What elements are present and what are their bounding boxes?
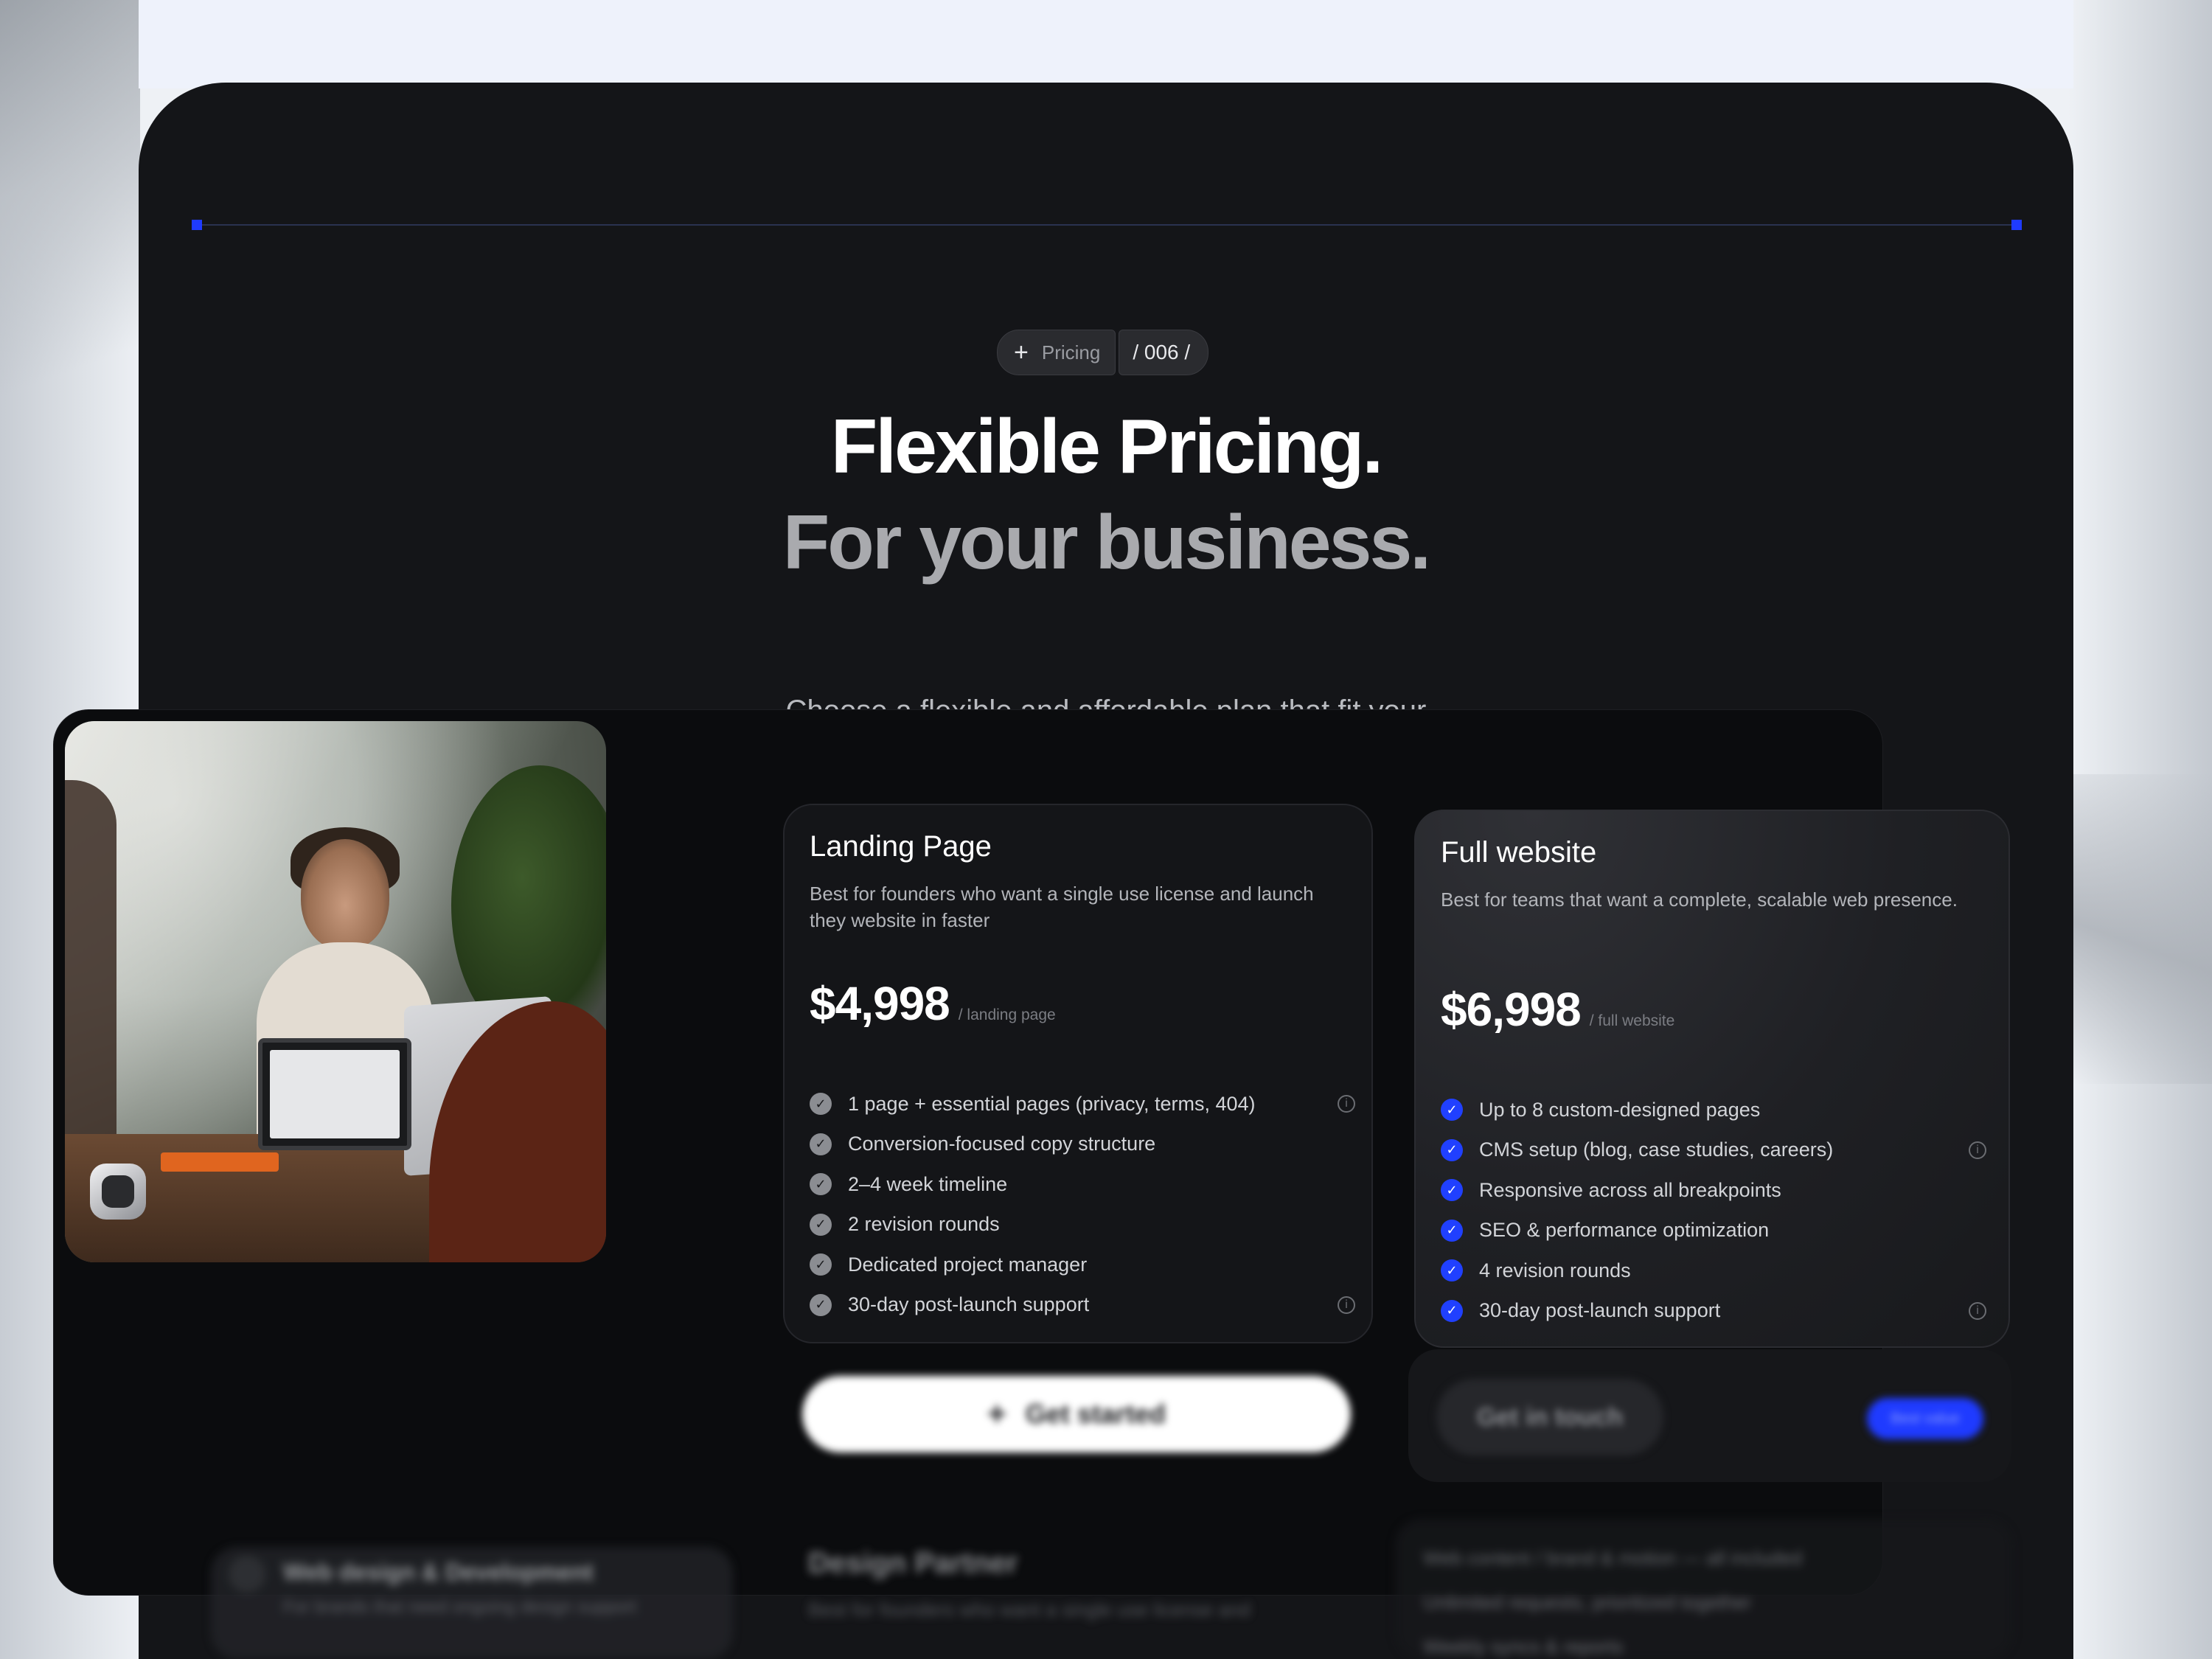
feature-item: ✓ 30-day post-launch support i xyxy=(1441,1291,1986,1332)
feature-text: Up to 8 custom-designed pages xyxy=(1479,1098,1761,1121)
feature-text: Unlimited requests, prioritized together xyxy=(1423,1591,1752,1613)
check-icon: ✓ xyxy=(1441,1259,1463,1282)
feature-item: ✓ Up to 8 custom-designed pages xyxy=(1441,1090,1986,1130)
plus-icon: + xyxy=(1014,338,1029,366)
check-icon: ✓ xyxy=(810,1213,832,1236)
section-tag: + Pricing / 006 / xyxy=(997,330,1209,375)
rule-handle-right[interactable] xyxy=(2011,220,2022,230)
plan-icon xyxy=(229,1556,265,1593)
plan-price-row: $6,998 / full website xyxy=(1441,982,1674,1037)
top-strip xyxy=(139,0,2073,88)
feature-text: Responsive across all breakpoints xyxy=(1479,1178,1781,1201)
plan-price: $6,998 xyxy=(1441,983,1582,1036)
rule-handle-left[interactable] xyxy=(192,220,202,230)
plan-description: Best for teams that want a complete, sca… xyxy=(1441,888,1958,911)
check-icon: ✓ xyxy=(1441,1138,1463,1161)
feature-text: Conversion-focused copy structure xyxy=(848,1133,1156,1155)
best-value-badge: Best value xyxy=(1867,1398,1983,1439)
plan-title: Web design & Development xyxy=(283,1559,594,1585)
background-shadow xyxy=(2072,774,2212,1084)
check-icon: ✓ xyxy=(810,1253,832,1276)
feature-item: ✓ SEO & performance optimization xyxy=(1441,1211,1986,1251)
feature-item: ✓ Dedicated project manager xyxy=(810,1245,1355,1285)
check-icon: ✓ xyxy=(810,1133,832,1155)
feature-item: ✓ CMS setup (blog, case studies, careers… xyxy=(1441,1130,1986,1171)
check-icon: ✓ xyxy=(810,1293,832,1316)
team-photo: ● xyxy=(65,721,606,1262)
plan-price-unit: / landing page xyxy=(958,1006,1056,1023)
info-icon[interactable]: i xyxy=(1969,1301,1986,1320)
feature-text: 30-day post-launch support xyxy=(848,1293,1090,1316)
plan-description: For brands that need ongoing design supp… xyxy=(283,1597,637,1617)
feature-text: SEO & performance optimization xyxy=(1479,1219,1770,1242)
section-tag-label: + Pricing xyxy=(997,330,1116,375)
plan-card-landing-page: Landing Page Best for founders who want … xyxy=(783,804,1373,1343)
check-icon: ✓ xyxy=(810,1093,832,1116)
feature-text: 4 revision rounds xyxy=(1479,1259,1631,1281)
feature-text: 2 revision rounds xyxy=(848,1213,1000,1236)
page-title: Flexible Pricing. xyxy=(830,404,1384,490)
plan-description: Best for founders who want a single use … xyxy=(810,883,1314,931)
plan-description: Best for founders who want a single use … xyxy=(808,1599,1251,1621)
plan-title: Landing Page xyxy=(810,830,992,863)
feature-text: 1 page + essential pages (privacy, terms… xyxy=(848,1092,1256,1115)
info-icon[interactable]: i xyxy=(1338,1295,1355,1314)
section-tag-text: Pricing xyxy=(1041,341,1101,364)
plus-icon: + xyxy=(987,1396,1006,1432)
get-started-label: Get started xyxy=(1025,1399,1166,1429)
page-subtitle-heading: For your business. xyxy=(782,500,1431,585)
background-shadow xyxy=(0,0,140,516)
feature-text: Web content / brand & motion — all inclu… xyxy=(1423,1547,1803,1569)
plan-title: Full website xyxy=(1441,836,1597,869)
get-in-touch-label: Get in touch xyxy=(1476,1402,1624,1431)
plan-price-unit: / full website xyxy=(1589,1012,1675,1029)
plan-card-full-website: Full website Best for teams that want a … xyxy=(1414,810,2010,1348)
feature-list: ✓ 1 page + essential pages (privacy, ter… xyxy=(810,1084,1355,1325)
feature-text: CMS setup (blog, case studies, careers) xyxy=(1479,1138,1834,1161)
feature-text: Weekly syncs & reports xyxy=(1423,1635,1624,1658)
feature-text: 2–4 week timeline xyxy=(848,1172,1008,1195)
selection-rule xyxy=(198,224,2016,226)
feature-item: ✓ 30-day post-launch support i xyxy=(810,1285,1355,1326)
check-icon: ✓ xyxy=(810,1173,832,1196)
feature-item: ✓ Conversion-focused copy structure xyxy=(810,1124,1355,1165)
feature-list: ✓ Up to 8 custom-designed pages ✓ CMS se… xyxy=(1441,1090,1986,1331)
feature-item: ✓ 4 revision rounds xyxy=(1441,1251,1986,1291)
plan-price: $4,998 xyxy=(810,977,950,1030)
feature-item: ✓ 2–4 week timeline xyxy=(810,1164,1355,1205)
get-in-touch-button[interactable]: Get in touch xyxy=(1436,1379,1663,1455)
section-tag-index: / 006 / xyxy=(1119,330,1209,375)
check-icon: ✓ xyxy=(1441,1099,1463,1121)
feature-item: ✓ 1 page + essential pages (privacy, ter… xyxy=(810,1084,1355,1124)
check-icon: ✓ xyxy=(1441,1219,1463,1242)
feature-item: ✓ Responsive across all breakpoints xyxy=(1441,1170,1986,1211)
info-icon[interactable]: i xyxy=(1969,1141,1986,1159)
brand-logo-icon xyxy=(90,1164,146,1220)
get-started-button[interactable]: + Get started xyxy=(802,1376,1351,1453)
plan-title: Design Partner xyxy=(808,1547,1018,1579)
plan-price-row: $4,998 / landing page xyxy=(810,976,1056,1031)
feature-text: 30-day post-launch support xyxy=(1479,1299,1721,1322)
feature-text: Dedicated project manager xyxy=(848,1253,1088,1276)
check-icon: ✓ xyxy=(1441,1299,1463,1322)
check-icon: ✓ xyxy=(1441,1179,1463,1202)
info-icon[interactable]: i xyxy=(1338,1095,1355,1113)
feature-item: ✓ 2 revision rounds xyxy=(810,1205,1355,1245)
